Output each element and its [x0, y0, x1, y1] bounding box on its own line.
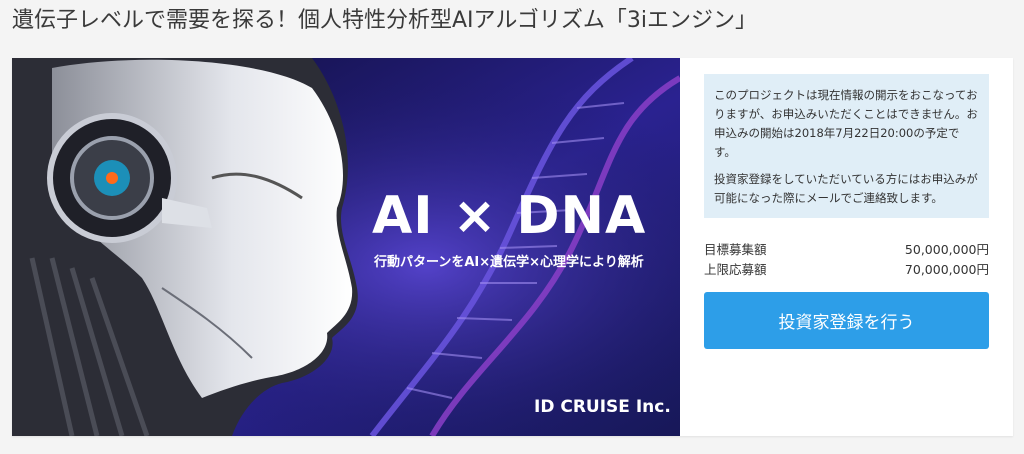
max-amount-label: 上限応募額	[704, 262, 767, 277]
notice-box: このプロジェクトは現在情報の開示をおこなっておりますが、お申込みいただくことはで…	[704, 74, 989, 218]
project-sidebar: このプロジェクトは現在情報の開示をおこなっておりますが、お申込みいただくことはで…	[704, 74, 989, 349]
amount-row-max: 上限応募額 70,000,000円	[704, 260, 989, 280]
max-amount-value: 70,000,000円	[904, 262, 989, 277]
amounts-table: 目標募集額 50,000,000円 上限応募額 70,000,000円	[704, 240, 989, 280]
amount-row-target: 目標募集額 50,000,000円	[704, 240, 989, 260]
hero-brand: ID CRUISE Inc.	[534, 397, 671, 417]
notice-text-status: このプロジェクトは現在情報の開示をおこなっておりますが、お申込みいただくことはで…	[714, 88, 978, 159]
notice-text-email: 投資家登録をしていただいている方にはお申込みが可能になった際にメールでご連絡致し…	[714, 172, 978, 205]
project-card: AI × DNA 行動パターンをAI×遺伝学×心理学により解析 ID CRUIS…	[12, 58, 1013, 436]
investor-register-button[interactable]: 投資家登録を行う	[704, 292, 989, 349]
hero-headline: AI × DNA	[372, 186, 647, 246]
target-amount-value: 50,000,000円	[904, 242, 989, 257]
hero-subtitle: 行動パターンをAI×遺伝学×心理学により解析	[374, 255, 644, 270]
page-title: 遺伝子レベルで需要を探る！個人特性分析型AIアルゴリズム「3iエンジン」	[12, 8, 757, 33]
hero-image: AI × DNA 行動パターンをAI×遺伝学×心理学により解析 ID CRUIS…	[12, 58, 680, 436]
target-amount-label: 目標募集額	[704, 242, 767, 257]
